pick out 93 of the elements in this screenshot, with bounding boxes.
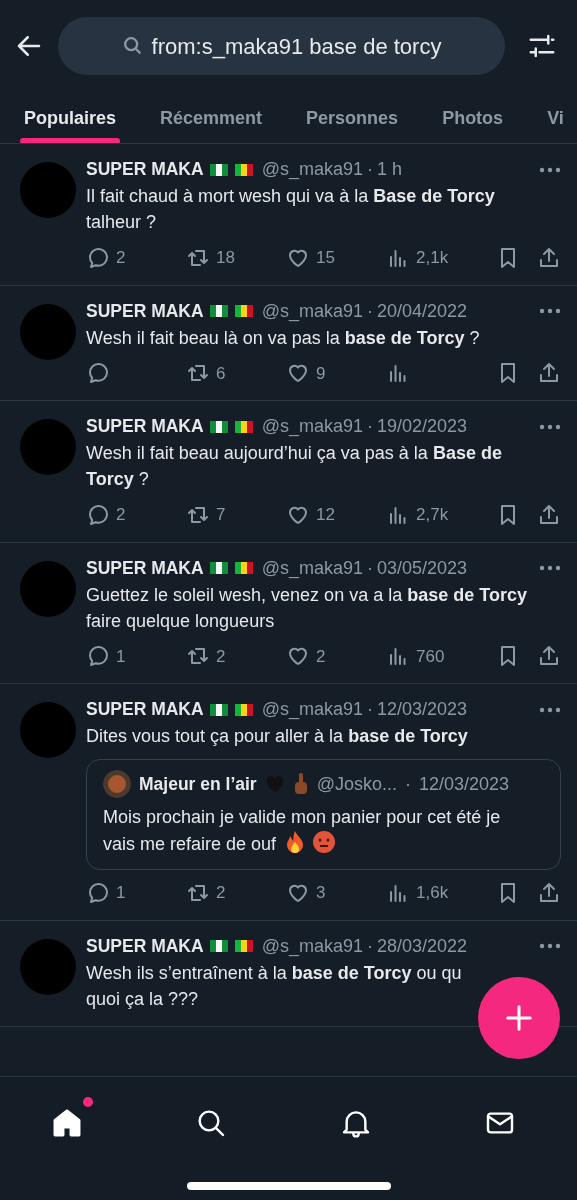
flag-icon — [208, 560, 229, 576]
post-date: 28/03/2022 — [377, 934, 469, 958]
tweet-text: Wesh il fait beau là on va pas la base de Torcy ? — [86, 326, 480, 350]
tweet-text: Guettez le soleil wesh, venez on va a la base de Torcy faire quelque longueurs — [86, 583, 527, 633]
handle-and-date: @s_maka91 — [261, 698, 363, 722]
more-icon[interactable] — [539, 943, 561, 949]
post-date: 1 h — [377, 158, 403, 181]
plus-icon — [504, 1003, 534, 1033]
display-name[interactable]: SUPER MAKA — [86, 932, 204, 960]
post-date: 20/04/2022 — [377, 299, 469, 323]
reply-count: 2 — [116, 504, 126, 526]
tab[interactable]: Populaires — [0, 92, 117, 143]
like-count: 2 — [316, 645, 326, 668]
reply-icon[interactable] — [86, 502, 110, 527]
separator-dot: · — [367, 934, 373, 958]
display-name[interactable]: SUPER MAKA — [86, 413, 204, 440]
like-count: 15 — [316, 247, 335, 269]
like-count: 9 — [316, 362, 326, 385]
like-count: 3 — [316, 882, 326, 904]
post-date: 12/03/2023 — [377, 698, 469, 721]
share-icon[interactable] — [537, 245, 561, 270]
separator-dot: · — [367, 158, 373, 181]
flag-icon — [233, 303, 254, 319]
repost-count: 2 — [216, 645, 226, 668]
tab[interactable]: Vi — [523, 92, 564, 143]
handle-and-date: @s_maka91 — [261, 415, 363, 439]
reply-icon[interactable] — [86, 245, 110, 270]
more-icon[interactable] — [539, 706, 561, 713]
separator-dot: · — [405, 772, 411, 796]
flag-icon — [233, 161, 254, 178]
nav-tab[interactable] — [51, 1097, 94, 1139]
separator-dot: · — [367, 299, 373, 323]
handle-and-date: @s_maka91 — [261, 299, 363, 324]
display-name[interactable]: SUPER MAKA — [86, 156, 204, 183]
flag-icon — [208, 938, 229, 954]
flag-icon — [233, 701, 254, 718]
views-count: 2,1k — [416, 247, 449, 269]
handle-and-date: @s_maka91 — [261, 934, 363, 959]
post-date: 19/02/2023 — [377, 415, 469, 438]
repost-count: 7 — [216, 504, 226, 526]
display-name[interactable]: SUPER MAKA — [86, 696, 204, 723]
flag-icon — [208, 701, 229, 718]
quoted-text: Mois prochain je valide mon panier pour cet été je vais me refaire de ouf — [103, 806, 501, 856]
more-icon[interactable] — [539, 166, 561, 173]
tweet-text: Wesh ils s’entraînent à la base de Torcy ou qu quoi ça la ??? — [86, 961, 462, 1011]
quoted-tweet[interactable]: Majeur en l’air @Josko... · 12/03/2023 Mois prochain je valide mon panier pour cet été je vais me refaire de ouf — [86, 759, 561, 870]
views-count: 2,7k — [416, 504, 449, 526]
reply-icon[interactable] — [86, 361, 110, 386]
tab[interactable]: Personnes — [282, 92, 399, 143]
handle-and-date: @Josko... — [316, 772, 397, 796]
like-count: 12 — [316, 504, 335, 526]
notification-dot — [83, 1097, 94, 1107]
more-icon[interactable] — [539, 423, 561, 430]
repost-count: 2 — [216, 882, 226, 904]
tweet-text: Wesh il fait beau aujourd’hui ça va pas à la Base de Torcy ? — [86, 442, 502, 491]
views-count: 760 — [416, 645, 445, 668]
search-icon — [121, 35, 144, 57]
flag-icon — [208, 418, 229, 435]
handle-and-date: @s_maka91 — [261, 158, 363, 182]
display-name: Majeur en l’air — [139, 772, 257, 796]
reply-count: 1 — [116, 645, 126, 668]
tab[interactable]: Photos — [418, 92, 504, 143]
flag-icon — [208, 303, 229, 319]
separator-dot: · — [367, 556, 373, 580]
views-count: 1,6k — [416, 882, 449, 904]
post-date: 12/03/2023 — [419, 772, 510, 796]
handle-and-date: @s_maka91 — [261, 556, 363, 581]
avatar — [103, 770, 131, 798]
more-icon[interactable] — [539, 308, 561, 314]
separator-dot: · — [367, 415, 373, 438]
display-name[interactable]: SUPER MAKA — [86, 297, 204, 325]
reply-icon[interactable] — [86, 880, 110, 905]
separator-dot: · — [367, 698, 373, 721]
search-field[interactable]: from:s_maka91 base de torcy — [58, 17, 505, 75]
tab[interactable]: Récemment — [136, 92, 263, 143]
reply-count: 1 — [116, 882, 126, 904]
flag-icon — [208, 161, 229, 178]
hot-face-emoji-icon — [312, 830, 337, 854]
share-icon[interactable] — [537, 502, 561, 527]
tweet-text: Il fait chaud à mort wesh qui va à la Base de Torcy talheur ? — [86, 185, 495, 234]
flag-icon — [233, 418, 254, 435]
tweet-text: Dites vous tout ça pour aller à la base de Torcy — [86, 725, 468, 748]
post-date: 03/05/2023 — [377, 556, 469, 580]
display-name[interactable]: SUPER MAKA — [86, 554, 204, 582]
hand-emoji-icon — [292, 772, 309, 796]
reply-count: 2 — [116, 247, 126, 269]
more-icon[interactable] — [539, 565, 561, 571]
repost-count: 18 — [216, 247, 235, 269]
reply-icon[interactable] — [86, 644, 110, 669]
flag-icon — [233, 560, 254, 576]
share-icon[interactable] — [537, 880, 561, 905]
flag-icon — [233, 938, 254, 954]
repost-count: 6 — [216, 362, 226, 385]
